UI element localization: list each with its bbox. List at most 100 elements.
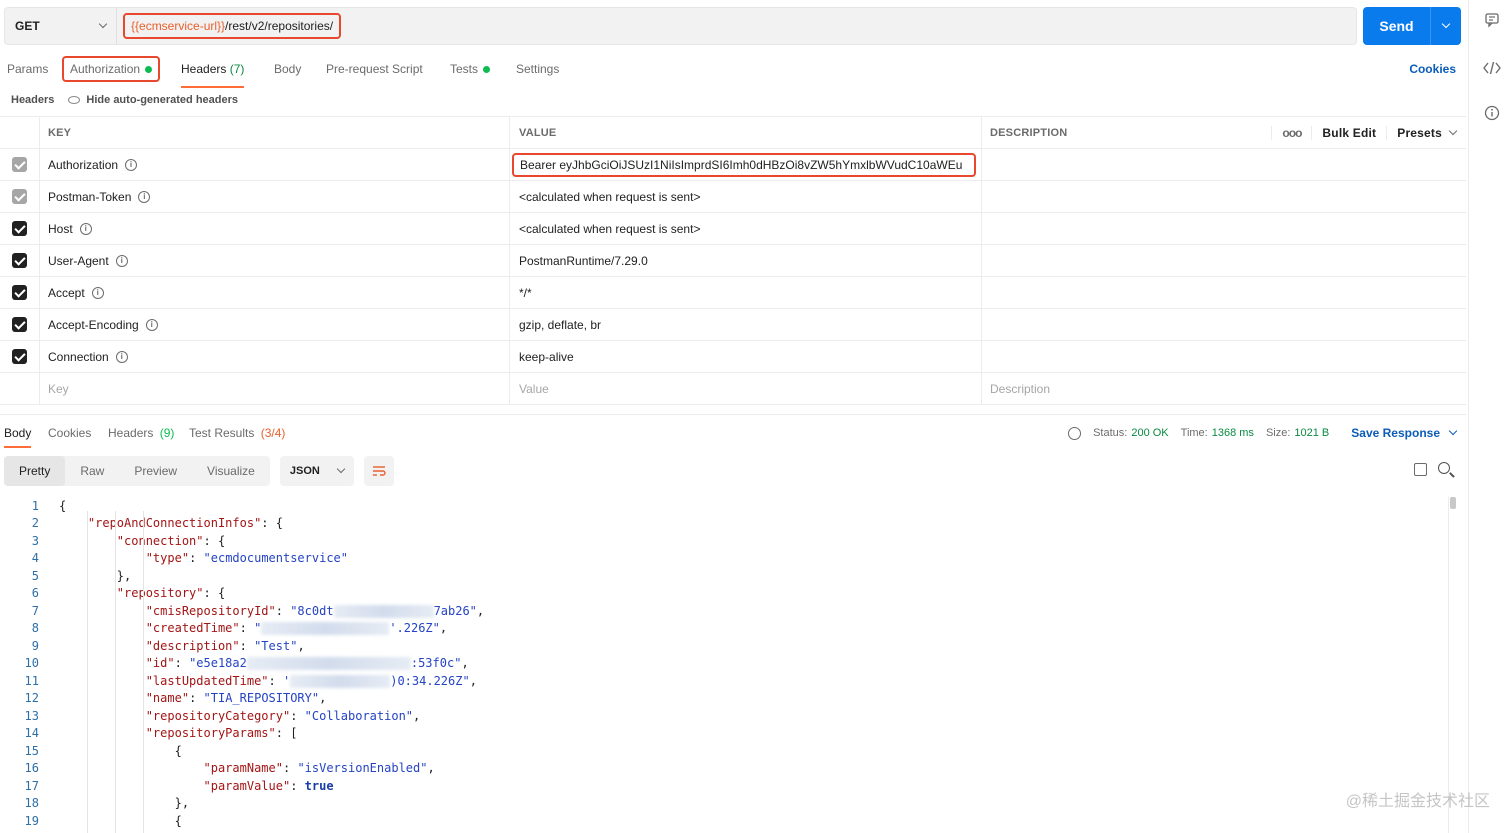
view-pretty[interactable]: Pretty (4, 456, 66, 486)
checkbox-checked-icon (12, 349, 27, 364)
tab-tests[interactable]: Tests (450, 56, 491, 82)
tab-params[interactable]: Params (7, 56, 48, 82)
checkbox-checked-icon (12, 285, 27, 300)
header-description-cell[interactable] (982, 213, 1466, 244)
copy-icon[interactable] (1414, 463, 1427, 476)
header-description-cell[interactable] (982, 309, 1466, 340)
code-line: 1{ (0, 497, 1448, 515)
row-checkbox[interactable] (0, 341, 40, 372)
info-icon[interactable]: i (138, 190, 151, 203)
row-checkbox[interactable] (0, 277, 40, 308)
save-response-button[interactable]: Save Response (1351, 426, 1458, 440)
send-dropdown[interactable] (1431, 19, 1461, 29)
format-select[interactable]: JSON (279, 456, 354, 486)
table-row: Connection i keep-alive (0, 341, 1466, 373)
url-input[interactable]: {{ecmservice-url}}/rest/v2/repositories/ (123, 13, 342, 39)
cookies-link[interactable]: Cookies (1409, 56, 1456, 82)
comment-icon[interactable] (1483, 12, 1501, 30)
info-icon[interactable]: i (115, 254, 128, 267)
time-value: 1368 ms (1211, 427, 1254, 439)
view-raw[interactable]: Raw (65, 456, 119, 486)
header-key-cell: Connection i (40, 341, 510, 372)
view-preview[interactable]: Preview (119, 456, 192, 486)
header-description-cell[interactable] (982, 149, 1466, 180)
json-value: "TIA_REPOSITORY" (203, 691, 320, 706)
line-number: 17 (24, 778, 39, 793)
view-visualize[interactable]: Visualize (192, 456, 270, 486)
tab-authorization[interactable]: Authorization (62, 56, 161, 82)
globe-icon[interactable] (1068, 426, 1082, 440)
line-number: 7 (31, 603, 39, 618)
response-tab-headers[interactable]: Headers (9) (108, 422, 174, 444)
header-value-cell[interactable]: keep-alive (510, 341, 982, 372)
code-line: 18 }, (0, 795, 1448, 813)
header-value-cell[interactable]: */* (510, 277, 982, 308)
header-value: Bearer eyJhbGciOiJSUzI1NiIsImprdSI6Imh0d… (512, 152, 976, 177)
table-header-row: KEY VALUE DESCRIPTION ooo Bulk Edit Pres… (0, 117, 1466, 149)
header-value-cell[interactable]: <calculated when request is sent> (510, 181, 982, 212)
response-body-editor[interactable]: 1{ 2 "repoAndConnectionInfos": { 3 "conn… (0, 497, 1448, 833)
new-description-input[interactable]: Description (982, 373, 1466, 404)
tab-body[interactable]: Body (274, 56, 301, 82)
row-checkbox[interactable] (0, 213, 40, 244)
header-description-cell[interactable] (982, 245, 1466, 276)
column-header-description: DESCRIPTION ooo Bulk Edit Presets (982, 117, 1466, 148)
new-value-input[interactable]: Value (510, 373, 982, 404)
header-description-cell[interactable] (982, 277, 1466, 308)
header-description-cell[interactable] (982, 341, 1466, 372)
column-header-key: KEY (40, 117, 510, 148)
json-key: "cmisRepositoryId" (145, 603, 276, 618)
presets-dropdown[interactable]: Presets (1386, 125, 1466, 140)
row-checkbox[interactable] (0, 181, 40, 212)
hide-auto-headers-label: Hide auto-generated headers (86, 94, 239, 106)
response-divider[interactable] (0, 414, 1466, 415)
key-placeholder: Key (48, 381, 69, 396)
line-number: 5 (31, 568, 39, 583)
header-key-cell: Authorization i (40, 149, 510, 180)
info-icon[interactable]: i (125, 158, 138, 171)
send-button[interactable]: Send (1363, 7, 1461, 45)
code-icon[interactable] (1483, 60, 1501, 78)
response-tab-cookies[interactable]: Cookies (48, 422, 91, 444)
info-icon[interactable]: i (115, 350, 128, 363)
info-icon[interactable]: i (145, 318, 158, 331)
header-value-cell[interactable]: <calculated when request is sent> (510, 213, 982, 244)
header-description-cell[interactable] (982, 181, 1466, 212)
response-tab-body[interactable]: Body (4, 422, 32, 448)
json-value: "Collaboration" (304, 708, 414, 723)
row-checkbox[interactable] (0, 149, 40, 180)
line-number: 8 (31, 621, 39, 636)
code-line: 7 "cmisRepositoryId": "8c0dt 7ab26", (0, 602, 1448, 620)
response-tab-test-results[interactable]: Test Results (3/4) (189, 422, 285, 444)
tab-label: Pre-request Script (326, 62, 423, 76)
tab-label: Body (4, 426, 32, 440)
tab-prerequest-script[interactable]: Pre-request Script (326, 56, 423, 82)
wrap-lines-button[interactable] (363, 456, 394, 486)
info-icon[interactable] (1483, 105, 1501, 123)
row-checkbox[interactable] (0, 309, 40, 340)
info-icon[interactable]: i (91, 286, 104, 299)
header-value-cell[interactable]: gzip, deflate, br (510, 309, 982, 340)
bulk-edit-button[interactable]: Bulk Edit (1311, 125, 1386, 140)
indent-guide (115, 511, 116, 833)
header-value-cell[interactable]: PostmanRuntime/7.29.0 (510, 245, 982, 276)
code-line: 2 "repoAndConnectionInfos": { (0, 515, 1448, 533)
header-key-cell: User-Agent i (40, 245, 510, 276)
line-number: 18 (24, 796, 39, 811)
row-checkbox[interactable] (0, 245, 40, 276)
header-key-cell: Host i (40, 213, 510, 244)
hide-auto-headers-button[interactable]: Hide auto-generated headers (68, 94, 238, 106)
header-value-cell[interactable]: Bearer eyJhbGciOiJSUzI1NiIsImprdSI6Imh0d… (510, 149, 982, 180)
line-number: 9 (31, 638, 39, 653)
tab-headers[interactable]: Headers (7) (181, 56, 245, 88)
info-icon[interactable]: i (79, 222, 92, 235)
method-label: GET (15, 19, 40, 33)
new-key-input[interactable]: Key (40, 373, 510, 404)
code-line: 9 "description": "Test", (0, 637, 1448, 655)
scrollbar-thumb[interactable] (1450, 497, 1456, 509)
method-select[interactable]: GET (5, 8, 117, 44)
table-row: Accept i */* (0, 277, 1466, 309)
more-options-button[interactable]: ooo (1271, 125, 1311, 140)
search-icon[interactable] (1438, 462, 1450, 474)
tab-settings[interactable]: Settings (516, 56, 559, 82)
